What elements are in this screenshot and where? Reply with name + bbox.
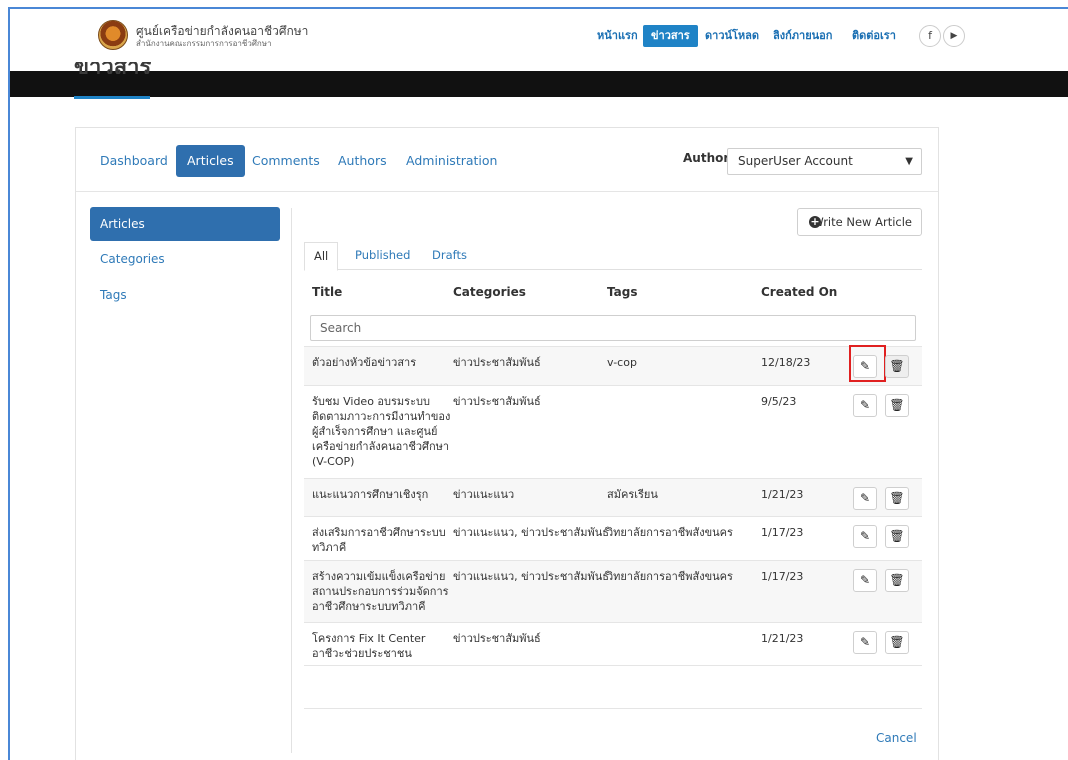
- chevron-down-icon: ▼: [905, 156, 913, 167]
- tab-drafts[interactable]: Drafts: [432, 242, 467, 270]
- article-filter-tabs: All Published Drafts: [304, 242, 922, 271]
- article-categories: ข่าวประชาสัมพันธ์: [453, 395, 541, 408]
- tab-authors[interactable]: Authors: [338, 145, 387, 177]
- write-new-article-label: Write New Article: [812, 215, 912, 229]
- plus-circle-icon: +: [809, 215, 821, 228]
- pencil-icon: ✎: [859, 529, 871, 543]
- table-row: ส่งเสริมการอาชีวศึกษาระบบทวิภาคี ข่าวแนะ…: [304, 516, 922, 560]
- article-title[interactable]: ตัวอย่างหัวข้อข่าวสาร: [312, 355, 452, 370]
- author-select[interactable]: SuperUser Account ▼: [727, 148, 922, 175]
- tab-dashboard[interactable]: Dashboard: [100, 145, 168, 177]
- article-title[interactable]: ส่งเสริมการอาชีวศึกษาระบบทวิภาคี: [312, 525, 452, 555]
- blog-admin-panel: Dashboard Articles Comments Authors Admi…: [75, 127, 939, 760]
- trash-icon: 🗑: [889, 491, 905, 505]
- site-subtitle: สำนักงานคณะกรรมการการอาชีวศึกษา: [136, 39, 272, 48]
- table-row: สร้างความเข้มแข็งเครือข่ายสถานประกอบการร…: [304, 560, 922, 622]
- trash-icon: 🗑: [889, 573, 905, 587]
- column-header-tags: Tags: [607, 285, 638, 299]
- pencil-icon: ✎: [859, 398, 871, 412]
- nav-home[interactable]: หน้าแรก: [597, 25, 638, 47]
- article-created-on: 12/18/23: [761, 356, 811, 369]
- article-title[interactable]: สร้างความเข้มแข็งเครือข่ายสถานประกอบการร…: [312, 569, 452, 614]
- article-title[interactable]: โครงการ Fix It Center อาชีวะช่วยประชาชน: [312, 631, 452, 661]
- delete-button[interactable]: 🗑: [885, 355, 909, 378]
- edit-button[interactable]: ✎: [853, 631, 877, 654]
- table-row: รับชม Video อบรมระบบติดตามภาวะการมีงานทำ…: [304, 385, 922, 478]
- trash-icon: 🗑: [889, 359, 905, 373]
- pencil-icon: ✎: [859, 635, 871, 649]
- article-title[interactable]: รับชม Video อบรมระบบติดตามภาวะการมีงานทำ…: [312, 394, 452, 469]
- sidebar-item-articles[interactable]: Articles: [90, 207, 280, 241]
- tab-published[interactable]: Published: [355, 242, 410, 270]
- table-row: โครงการ Fix It Center อาชีวะช่วยประชาชน …: [304, 622, 922, 666]
- write-new-article-button[interactable]: + Write New Article: [797, 208, 922, 236]
- nav-news[interactable]: ข่าวสาร: [643, 25, 698, 47]
- trash-icon: 🗑: [889, 398, 905, 412]
- delete-button[interactable]: 🗑: [885, 487, 909, 510]
- admin-top-tabs: Dashboard Articles Comments Authors Admi…: [76, 128, 938, 192]
- article-categories: ข่าวประชาสัมพันธ์: [453, 356, 541, 369]
- article-categories: ข่าวแนะแนว: [453, 488, 515, 501]
- edit-button[interactable]: ✎: [853, 487, 877, 510]
- table-row: แนะแนวการศึกษาเชิงรุก ข่าวแนะแนว สมัครเร…: [304, 478, 922, 516]
- column-header-created-on: Created On: [761, 285, 838, 299]
- sidebar-divider: [291, 208, 292, 753]
- table-row: ตัวอย่างหัวข้อข่าวสาร ข่าวประชาสัมพันธ์ …: [304, 345, 922, 385]
- article-created-on: 1/17/23: [761, 570, 804, 583]
- edit-button[interactable]: ✎: [853, 525, 877, 548]
- page-title-band: [10, 71, 1068, 97]
- article-created-on: 1/21/23: [761, 632, 804, 645]
- frame-border-left: [8, 7, 10, 760]
- tab-comments[interactable]: Comments: [252, 145, 320, 177]
- delete-button[interactable]: 🗑: [885, 631, 909, 654]
- tab-administration[interactable]: Administration: [406, 145, 497, 177]
- tab-all[interactable]: All: [304, 242, 339, 271]
- edit-button[interactable]: ✎: [853, 569, 877, 592]
- pencil-icon: ✎: [859, 491, 871, 505]
- article-categories: ข่าวแนะแนว, ข่าวประชาสัมพันธ์: [453, 570, 609, 583]
- trash-icon: 🗑: [889, 635, 905, 649]
- delete-button[interactable]: 🗑: [885, 394, 909, 417]
- column-header-categories: Categories: [453, 285, 526, 299]
- article-created-on: 1/21/23: [761, 488, 804, 501]
- nav-contact[interactable]: ติดต่อเรา: [852, 25, 896, 47]
- article-categories: ข่าวแนะแนว, ข่าวประชาสัมพันธ์: [453, 526, 609, 539]
- delete-button[interactable]: 🗑: [885, 569, 909, 592]
- article-categories: ข่าวประชาสัมพันธ์: [453, 632, 541, 645]
- column-header-title: Title: [312, 285, 343, 299]
- article-tags: วิทยาลัยการอาชีพสังขนคร: [607, 526, 733, 539]
- article-created-on: 9/5/23: [761, 395, 797, 408]
- search-input[interactable]: Search: [310, 315, 916, 341]
- article-tags: วิทยาลัยการอาชีพสังขนคร: [607, 570, 733, 583]
- tab-articles[interactable]: Articles: [176, 145, 245, 177]
- nav-external-links[interactable]: ลิงก์ภายนอก: [773, 25, 832, 47]
- article-title[interactable]: แนะแนวการศึกษาเชิงรุก: [312, 487, 452, 502]
- sidebar-item-categories[interactable]: Categories: [90, 242, 280, 276]
- article-tags: สมัครเรียน: [607, 488, 658, 501]
- title-underline: [74, 96, 150, 99]
- youtube-icon[interactable]: ▶: [943, 25, 965, 47]
- delete-button[interactable]: 🗑: [885, 525, 909, 548]
- trash-icon: 🗑: [889, 529, 905, 543]
- pencil-icon: ✎: [859, 359, 871, 373]
- article-tags: v-cop: [607, 356, 637, 369]
- nav-download[interactable]: ดาวน์โหลด: [705, 25, 759, 47]
- author-select-value: SuperUser Account: [738, 154, 853, 168]
- site-logo-icon[interactable]: [98, 20, 128, 50]
- edit-button[interactable]: ✎: [853, 355, 877, 378]
- sidebar-item-tags[interactable]: Tags: [90, 278, 280, 312]
- browser-viewport: ศูนย์เครือข่ายกำลังคนอาชีวศึกษา สำนักงาน…: [0, 0, 1068, 760]
- facebook-icon[interactable]: f: [919, 25, 941, 47]
- edit-button[interactable]: ✎: [853, 394, 877, 417]
- article-created-on: 1/17/23: [761, 526, 804, 539]
- page-title: ข่าวสาร: [74, 62, 151, 74]
- cancel-link[interactable]: Cancel: [876, 731, 917, 745]
- pencil-icon: ✎: [859, 573, 871, 587]
- table-footer-divider: [304, 708, 922, 709]
